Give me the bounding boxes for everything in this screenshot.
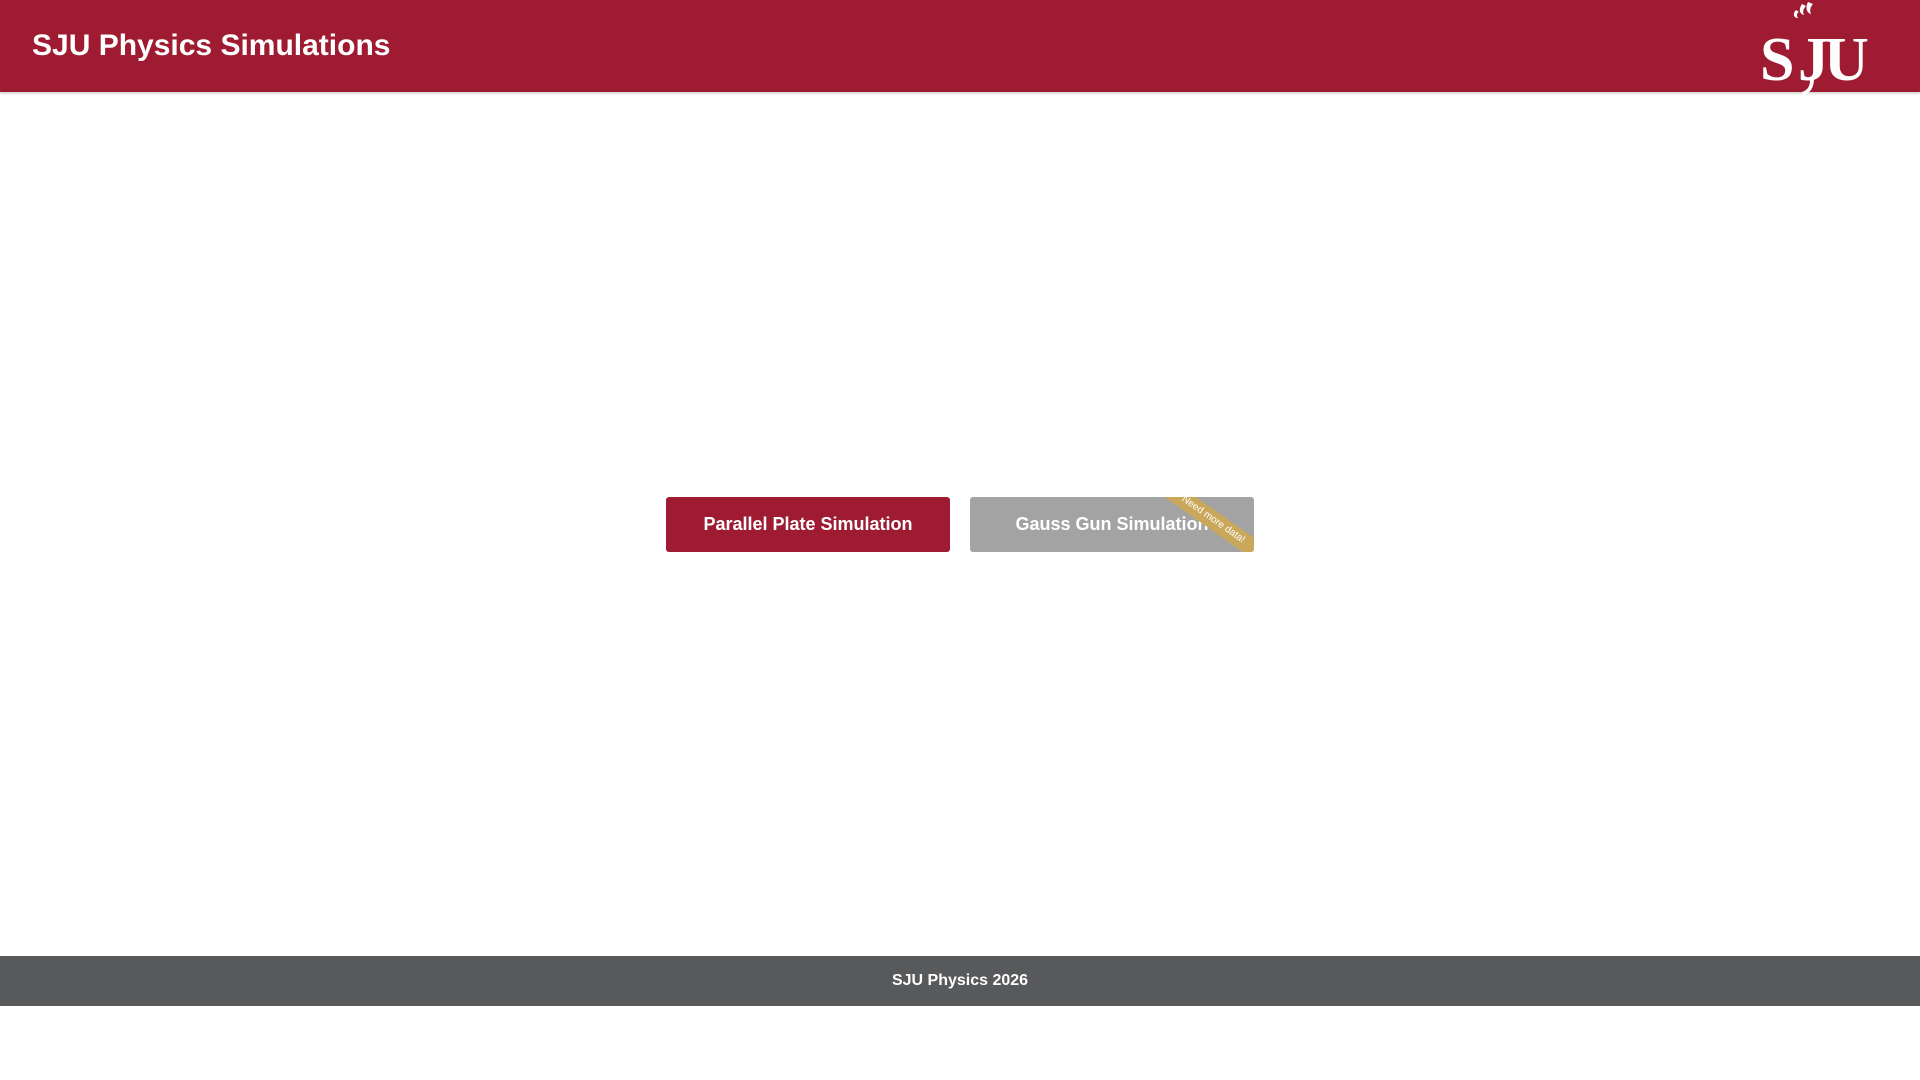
svg-text:S: S — [1760, 26, 1794, 94]
sju-logo[interactable]: S J U — [1756, 0, 1876, 96]
button-label: Gauss Gun Simulation — [1015, 514, 1209, 534]
gauss-gun-simulation-button[interactable]: Gauss Gun Simulation Need more data! — [970, 497, 1254, 552]
main-content: Parallel Plate Simulation Gauss Gun Simu… — [0, 92, 1920, 956]
svg-text:U: U — [1824, 26, 1869, 94]
page-title: SJU Physics Simulations — [32, 29, 391, 62]
footer-text: SJU Physics 2026 — [891, 972, 1029, 989]
parallel-plate-simulation-button[interactable]: Parallel Plate Simulation — [666, 497, 950, 552]
simulation-buttons: Parallel Plate Simulation Gauss Gun Simu… — [666, 497, 1254, 552]
button-label: Parallel Plate Simulation — [703, 514, 913, 534]
footer: SJU Physics 2026 — [0, 956, 1920, 1006]
header-bar: SJU Physics Simulations S J U — [0, 0, 1920, 95]
